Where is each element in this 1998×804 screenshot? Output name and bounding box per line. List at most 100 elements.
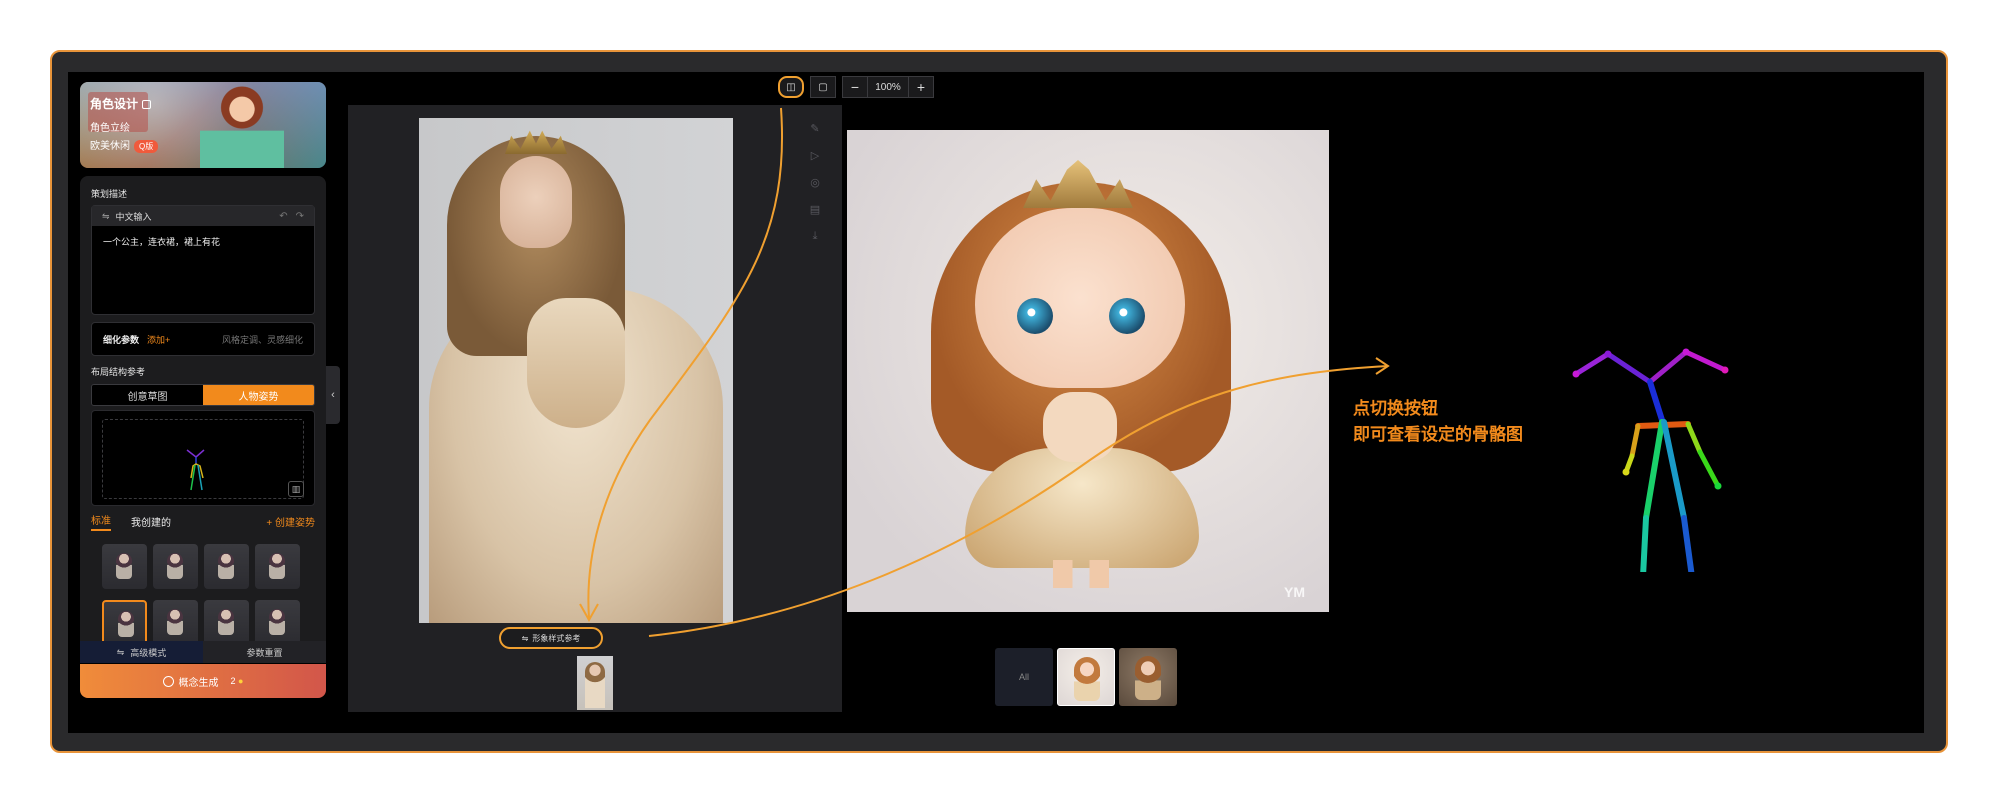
input-mode-label[interactable]: 中文输入 — [116, 210, 152, 223]
watermark-logo: YM — [1284, 584, 1305, 600]
single-view-button[interactable]: ▢ — [810, 76, 836, 98]
generate-button[interactable]: 概念生成 2 ● — [80, 664, 326, 698]
pose-preview-box: ▥ — [91, 410, 315, 506]
generate-count-value: 2 — [230, 676, 236, 686]
skeleton-left-shin — [1640, 515, 1649, 572]
tab-sketch[interactable]: 创意草图 — [92, 385, 203, 405]
pose-thumb-1[interactable] — [102, 544, 147, 589]
skeleton-right-thigh — [1661, 419, 1687, 521]
edit-icon[interactable] — [142, 100, 152, 110]
banner-title: 角色设计 — [90, 95, 152, 112]
zoom-control: − 100% + — [842, 76, 934, 98]
reference-style-button[interactable]: ⇋ 形象样式参考 — [499, 627, 603, 649]
result-crown — [1023, 160, 1133, 208]
result-thumb-1-selected[interactable] — [1057, 648, 1115, 706]
view-toolbar: ◫ ▢ − 100% + — [778, 76, 934, 98]
skeleton-joint — [1604, 350, 1612, 358]
callout-line-2: 即可查看设定的骨骼图 — [1353, 425, 1523, 444]
result-face — [975, 208, 1185, 388]
reference-style-label: 形象样式参考 — [532, 633, 581, 643]
ref-face — [500, 156, 572, 248]
delete-icon[interactable]: ▥ — [288, 481, 304, 497]
skeleton-preview — [186, 449, 205, 491]
pose-skeleton-diagram — [1572, 348, 1729, 572]
tab-standard[interactable]: 标准 — [91, 512, 111, 531]
callout-line-1: 点切换按钮 — [1353, 399, 1438, 418]
pose-thumb-7[interactable] — [204, 600, 249, 645]
reference-canvas: ✎ ▷ ◎ ▤ ⤓ ⇋ 形象样式参考 — [348, 105, 842, 712]
description-input[interactable]: 一个公主，连衣裙，裙上有花 — [92, 226, 314, 257]
pose-thumb-3[interactable] — [204, 544, 249, 589]
pose-thumb-8[interactable] — [255, 600, 300, 645]
pose-thumb-5-selected[interactable] — [102, 600, 147, 645]
ref-bodice — [527, 298, 625, 428]
reset-params-button[interactable]: 参数重置 — [203, 641, 326, 663]
canvas-side-tools: ✎ ▷ ◎ ▤ ⤓ — [808, 121, 824, 256]
palette-icon — [162, 675, 174, 687]
undo-icon[interactable]: ↶ — [279, 211, 287, 222]
pose-drop-area[interactable] — [102, 419, 304, 499]
skeleton-right-shin — [1681, 515, 1695, 572]
target-icon[interactable]: ◎ — [808, 175, 822, 189]
collapse-chevron-icon[interactable]: ‹ — [326, 366, 340, 424]
coin-icon: ● — [238, 676, 244, 686]
device-frame: 角色设计 角色立绘 欧美休闲 Q版 策划描述 ⇋ 中文输入 ↶ ↷ 一个公主，连衣… — [50, 50, 1948, 753]
pose-thumb-4[interactable] — [255, 544, 300, 589]
redo-icon[interactable]: ↷ — [296, 211, 304, 222]
skeleton-left-upper — [1573, 351, 1611, 377]
create-pose-button[interactable]: + 创建姿势 — [266, 514, 315, 529]
result-legs — [1053, 560, 1109, 588]
download-icon[interactable]: ⤓ — [808, 229, 822, 243]
description-header: ⇋ 中文输入 ↶ ↷ — [92, 206, 314, 226]
all-results-button[interactable]: All — [995, 648, 1053, 706]
compare-icon: ◫ — [786, 81, 796, 93]
compare-view-button[interactable]: ◫ — [778, 76, 804, 98]
result-thumb-2[interactable] — [1119, 648, 1177, 706]
generate-count: 2 ● — [231, 676, 244, 686]
skeleton-right-forearm — [1697, 449, 1721, 489]
layout-segment: 创意草图 人物姿势 — [91, 384, 315, 406]
swap-icon[interactable]: ⇋ — [102, 211, 110, 222]
skeleton-joint — [1682, 348, 1690, 356]
result-image[interactable]: YM — [847, 130, 1329, 612]
skeleton-joint — [1622, 468, 1630, 476]
bottom-mode-tabs: ⇋ 高级模式 参数重置 — [80, 641, 326, 663]
single-view-icon: ▢ — [818, 81, 828, 93]
skeleton-right-lower — [1683, 349, 1728, 373]
app-screen: 角色设计 角色立绘 欧美休闲 Q版 策划描述 ⇋ 中文输入 ↶ ↷ 一个公主，连衣… — [68, 72, 1924, 733]
refine-hint: 风格定调、灵感细化 — [221, 334, 303, 345]
send-icon[interactable]: ▷ — [808, 148, 822, 162]
mode-banner[interactable]: 角色设计 角色立绘 欧美休闲 Q版 — [80, 82, 326, 168]
banner-title-text: 角色设计 — [90, 97, 139, 111]
reference-image[interactable] — [419, 118, 733, 623]
pose-thumb-6[interactable] — [153, 600, 198, 645]
q-version-badge: Q版 — [134, 140, 159, 153]
result-skirt — [965, 448, 1199, 568]
refine-add-button[interactable]: 添加+ — [147, 333, 170, 346]
generate-label: 概念生成 — [178, 677, 219, 689]
reference-thumbnail[interactable] — [577, 656, 613, 710]
result-body — [1043, 392, 1117, 462]
banner-style: 欧美休闲 Q版 — [90, 137, 159, 153]
zoom-out-button[interactable]: − — [843, 77, 867, 97]
advanced-mode-button[interactable]: ⇋ 高级模式 — [80, 641, 203, 663]
description-box: ⇋ 中文输入 ↶ ↷ 一个公主，连衣裙，裙上有花 — [91, 205, 315, 315]
skeleton-right-upper — [1647, 349, 1689, 385]
zoom-in-button[interactable]: + — [909, 77, 933, 97]
layout-label: 布局结构参考 — [91, 367, 146, 377]
banner-subtitle: 角色立绘 — [90, 123, 130, 134]
skeleton-joint — [1714, 482, 1722, 490]
zoom-level: 100% — [867, 77, 909, 97]
result-thumbnails: All — [995, 648, 1177, 706]
swap-icon: ⇋ — [521, 633, 529, 643]
planning-label: 策划描述 — [91, 189, 128, 199]
pose-thumb-2[interactable] — [153, 544, 198, 589]
skeleton-right-arm — [1685, 421, 1703, 455]
copy-icon[interactable]: ▤ — [808, 202, 822, 216]
skeleton-neck — [1647, 379, 1665, 423]
left-sidebar: 角色设计 角色立绘 欧美休闲 Q版 策划描述 ⇋ 中文输入 ↶ ↷ 一个公主，连衣… — [80, 82, 326, 708]
settings-panel: 策划描述 ⇋ 中文输入 ↶ ↷ 一个公主，连衣裙，裙上有花 细化参数 添加+ 风… — [80, 176, 326, 652]
tab-my-created[interactable]: 我创建的 — [131, 514, 171, 529]
magic-icon[interactable]: ✎ — [808, 121, 822, 135]
tab-pose[interactable]: 人物姿势 — [203, 385, 314, 405]
